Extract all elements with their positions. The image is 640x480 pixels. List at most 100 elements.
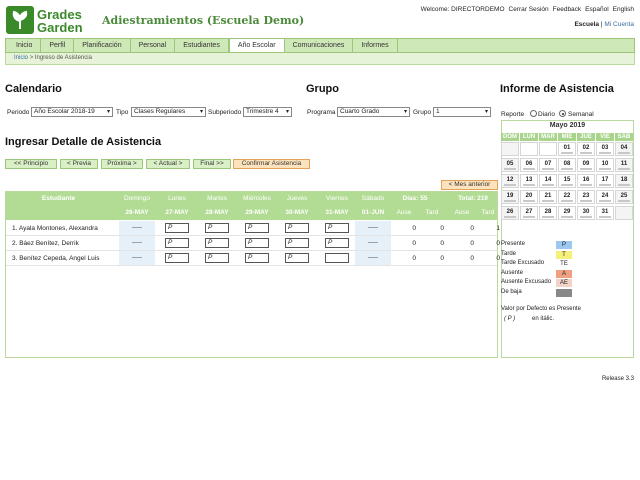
day-number: 13 <box>525 177 533 183</box>
tab-planificacion[interactable]: Planificación <box>74 39 131 52</box>
week-bar <box>580 168 592 170</box>
attendance-input[interactable]: P <box>165 223 189 233</box>
attendance-input[interactable] <box>325 253 349 263</box>
calendar-day[interactable]: 18 <box>615 174 633 188</box>
week-bar <box>599 216 611 218</box>
calendar-day[interactable]: 25 <box>615 190 633 204</box>
school-link[interactable]: Escuela <box>574 21 599 28</box>
last-week-button[interactable]: Final >> <box>193 159 231 169</box>
attendance-input[interactable]: P <box>245 253 269 263</box>
first-week-button[interactable]: << Principio <box>5 159 57 169</box>
confirm-attendance-button[interactable]: Confirmar Asistencia <box>233 159 310 169</box>
breadcrumb-home[interactable]: Inicio <box>14 55 28 61</box>
attendance-input[interactable]: P <box>205 253 229 263</box>
calendar-day[interactable]: 13 <box>520 174 538 188</box>
calendar-day[interactable]: 09 <box>577 158 595 172</box>
calendar-day[interactable]: 31 <box>596 206 614 220</box>
attendance-input[interactable]: P <box>285 223 309 233</box>
calendar-day[interactable]: 11 <box>615 158 633 172</box>
attendance-input[interactable]: P <box>285 238 309 248</box>
calendar-day[interactable]: 21 <box>539 190 557 204</box>
attendance-input[interactable]: P <box>325 223 349 233</box>
calendar-day[interactable]: 12 <box>501 174 519 188</box>
calendar-day[interactable]: 03 <box>596 142 614 156</box>
calendar-day[interactable]: 04 <box>615 142 633 156</box>
grupo-select[interactable]: 1 ▾ <box>433 107 491 117</box>
tab-informes[interactable]: Informes <box>353 39 398 52</box>
legend-swatch: TE <box>556 260 572 268</box>
tab-estudiantes[interactable]: Estudiantes <box>175 39 229 52</box>
calendar-day[interactable]: 27 <box>520 206 538 220</box>
attendance-input[interactable]: P <box>205 238 229 248</box>
weekday-header: DOM <box>501 133 519 141</box>
calendar-day[interactable]: 26 <box>501 206 519 220</box>
calendar-day[interactable]: 22 <box>558 190 576 204</box>
tab-ano-escolar[interactable]: Año Escolar <box>228 39 285 52</box>
attendance-stat: 0 <box>470 225 474 232</box>
student-name: 3. Benítez Cepeda, Angel Luis <box>12 255 100 262</box>
programa-select[interactable]: Cuarto Grado ▾ <box>337 107 410 117</box>
day-number: 30 <box>582 209 590 215</box>
periodo-select[interactable]: Año Escolar 2018-19 ▾ <box>31 107 113 117</box>
logout-link[interactable]: Cerrar Sesión <box>509 6 549 13</box>
attendance-input[interactable]: P <box>205 223 229 233</box>
subperiodo-select[interactable]: Trimestre 4 ▾ <box>243 107 292 117</box>
attendance-input[interactable]: P <box>165 253 189 263</box>
attendance-input[interactable]: P <box>285 253 309 263</box>
tipo-select[interactable]: Clases Regulares ▾ <box>131 107 206 117</box>
calendar-day[interactable]: 30 <box>577 206 595 220</box>
calendar-day[interactable]: 17 <box>596 174 614 188</box>
calendar-day[interactable]: 16 <box>577 174 595 188</box>
week-bar <box>504 216 516 218</box>
prev-week-button[interactable]: < Previa <box>60 159 98 169</box>
default-note-line2: en itálic. <box>532 316 555 322</box>
calendar-day[interactable]: 28 <box>539 206 557 220</box>
calendar-day[interactable]: 14 <box>539 174 557 188</box>
week-bar <box>542 200 554 202</box>
tipo-value: Clases Regulares <box>134 108 186 115</box>
tab-comunicaciones[interactable]: Comunicaciones <box>285 39 354 52</box>
next-week-button[interactable]: Próxima > <box>101 159 143 169</box>
calendar-day[interactable]: 29 <box>558 206 576 220</box>
no-school-day: ----- <box>119 221 155 235</box>
calendar-day[interactable]: 24 <box>596 190 614 204</box>
attendance-stat: 0 <box>440 255 444 262</box>
programa-label: Programa <box>307 109 336 116</box>
tab-personal[interactable]: Personal <box>131 39 176 52</box>
calendar-day[interactable]: 05 <box>501 158 519 172</box>
calendar-day[interactable]: 06 <box>520 158 538 172</box>
english-link[interactable]: English <box>613 6 634 13</box>
calendar-day[interactable]: 20 <box>520 190 538 204</box>
tab-inicio[interactable]: Inicio <box>8 39 42 52</box>
calendar-day[interactable]: 07 <box>539 158 557 172</box>
spanish-link[interactable]: Español <box>585 6 609 13</box>
my-account-link[interactable]: Mi Cuenta <box>604 21 634 28</box>
attendance-input[interactable]: P <box>245 223 269 233</box>
no-school-day: ----- <box>355 236 391 250</box>
attendance-input[interactable]: P <box>325 238 349 248</box>
attendance-input[interactable]: P <box>245 238 269 248</box>
calendar-day[interactable]: 08 <box>558 158 576 172</box>
previous-month-button[interactable]: < Mes anterior <box>441 180 498 190</box>
week-bar <box>504 168 516 170</box>
diario-radio[interactable] <box>530 110 537 117</box>
day-name: Domingo <box>123 195 150 202</box>
feedback-link[interactable]: Feedback <box>553 6 582 13</box>
day-date: 28-MAY <box>205 209 229 216</box>
tab-perfil[interactable]: Perfil <box>41 39 75 52</box>
week-bar <box>561 168 573 170</box>
calendar-day[interactable]: 23 <box>577 190 595 204</box>
calendar-day[interactable]: 10 <box>596 158 614 172</box>
calendar-day[interactable]: 02 <box>577 142 595 156</box>
calendar-day[interactable]: 15 <box>558 174 576 188</box>
calendar-day[interactable]: 01 <box>558 142 576 156</box>
semanal-radio[interactable] <box>559 110 566 117</box>
calendar-day[interactable]: 19 <box>501 190 519 204</box>
school-title: Adiestramientos (Escuela Demo) <box>102 14 305 27</box>
current-week-button[interactable]: < Actual > <box>146 159 190 169</box>
app-logo[interactable]: Grades Garden <box>6 6 94 34</box>
day-number: 10 <box>601 161 609 167</box>
week-bar <box>523 200 535 202</box>
attendance-input[interactable]: P <box>165 238 189 248</box>
legend-swatch: A <box>556 269 572 278</box>
